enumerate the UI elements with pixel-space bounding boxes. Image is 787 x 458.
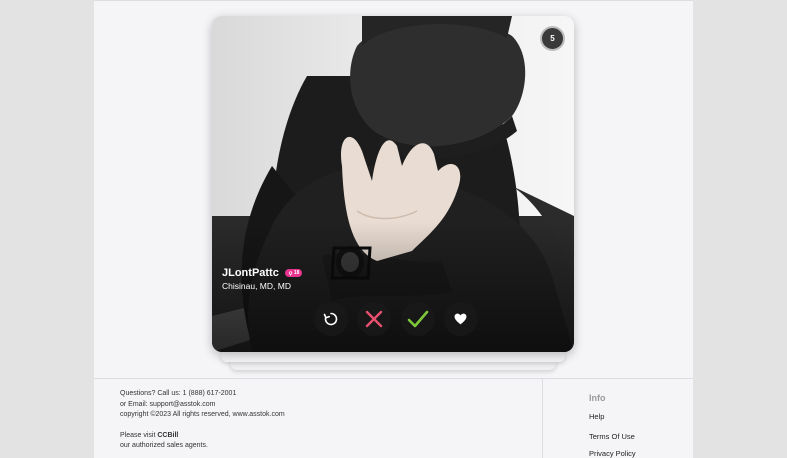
footer-agents: our authorized sales agents.	[120, 442, 208, 449]
terms-link[interactable]: Terms Of Use	[589, 432, 636, 441]
action-bar	[314, 302, 478, 336]
dislike-button[interactable]	[357, 302, 392, 336]
heart-icon	[455, 313, 467, 325]
rewind-button[interactable]	[314, 302, 348, 336]
age-value: 18	[293, 270, 300, 276]
superlike-button[interactable]	[443, 302, 478, 336]
profile-name-row: JLontPattc 18	[222, 267, 303, 279]
help-link[interactable]: Help	[589, 412, 636, 421]
footer-divider	[94, 378, 693, 379]
footer-visit: Please visit CCBill	[120, 431, 285, 442]
footer-copyright: copyright ©2023 All rights reserved, www…	[120, 411, 285, 418]
footer-questions: Questions? Call us: 1 (888) 617-2001	[120, 390, 237, 397]
info-title: Info	[589, 393, 606, 403]
check-icon	[407, 310, 428, 328]
footer-column-divider	[542, 379, 543, 458]
female-icon	[288, 270, 292, 276]
privacy-link[interactable]: Privacy Policy	[589, 449, 636, 458]
page-container: 5 JLontPattc 18 Chisinau, MD, MD Questio…	[94, 0, 693, 458]
rewind-icon	[323, 312, 338, 326]
age-badge: 18	[284, 269, 303, 277]
countdown-timer: 5	[540, 26, 565, 51]
footer-contact: Questions? Call us: 1 (888) 617-2001 or …	[120, 389, 285, 452]
profile-location: Chisinau, MD, MD	[222, 281, 291, 291]
page-top-border	[94, 0, 693, 1]
timer-value: 5	[550, 34, 555, 43]
footer-visit-prefix: Please visit	[120, 431, 156, 439]
footer-email: or Email: support@asstok.com	[120, 400, 216, 408]
footer-info: Info Help Terms Of Use Privacy Policy	[589, 393, 636, 458]
profile-name: JLontPattc	[222, 267, 279, 279]
ccbill-link[interactable]: CCBill	[157, 432, 178, 439]
close-icon	[366, 310, 383, 328]
like-button[interactable]	[400, 302, 435, 336]
profile-card[interactable]: 5 JLontPattc 18 Chisinau, MD, MD	[212, 16, 574, 352]
